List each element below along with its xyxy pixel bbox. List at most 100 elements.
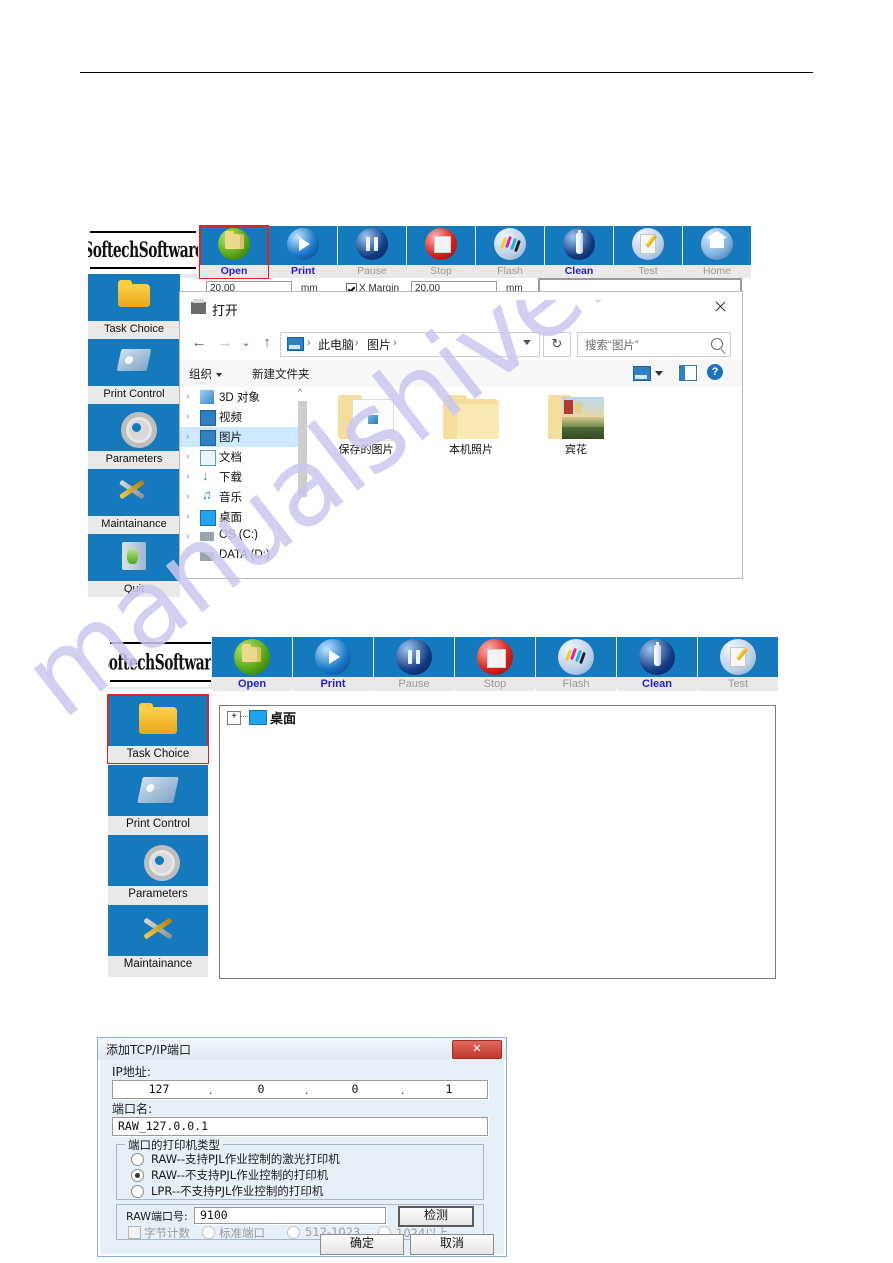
preview-pane-icon[interactable]	[679, 365, 697, 381]
ip-dot: .	[401, 1083, 405, 1097]
sidebar-item-print-control[interactable]: Print Control	[88, 339, 180, 402]
ip-address-input[interactable]: 127 . 0 . 0 . 1	[112, 1080, 488, 1099]
toolbar-button-stop[interactable]: Stop	[455, 637, 535, 691]
toolbar-button-stop[interactable]: Stop	[407, 226, 475, 278]
toolbar-label-clean: Clean	[545, 265, 613, 278]
sidebar-item-task-choice[interactable]: Task Choice	[88, 274, 180, 337]
app-logo: SoftechSoftware	[108, 637, 211, 687]
radio-raw-no-pjl[interactable]	[131, 1169, 144, 1182]
tree-item-os-drive[interactable]: › OS (C:)	[180, 527, 300, 547]
tree-item-desktop[interactable]: › 桌面	[180, 507, 300, 527]
ok-button[interactable]: 确定	[320, 1234, 404, 1255]
chevron-right-icon[interactable]: ›	[186, 551, 189, 562]
chevron-down-icon[interactable]	[523, 340, 531, 345]
sidebar-item-print-control[interactable]: Print Control	[108, 765, 208, 833]
breadcrumb-pictures[interactable]: 图片	[367, 336, 391, 353]
toolbar-button-flash[interactable]: Flash	[536, 637, 616, 691]
chevron-right-icon[interactable]: ›	[186, 531, 189, 542]
3d-objects-icon	[200, 390, 214, 404]
toolbar-button-open[interactable]: Open	[199, 225, 269, 279]
search-input[interactable]: 搜索“图片”	[577, 332, 731, 357]
recent-locations-button[interactable]: ⌄	[235, 332, 257, 354]
up-button[interactable]: ↑	[256, 332, 278, 354]
tree-item-music[interactable]: › ♫ 音乐	[180, 487, 300, 507]
radio-standard-port[interactable]	[202, 1226, 215, 1239]
close-icon[interactable]: ✕	[452, 1040, 502, 1059]
chevron-right-icon[interactable]: ›	[186, 431, 189, 442]
scrollbar-thumb[interactable]	[298, 401, 307, 497]
tree-label: 桌面	[219, 512, 242, 524]
sidebar-item-parameters[interactable]: Parameters	[108, 835, 208, 903]
toolbar-button-flash[interactable]: Flash	[476, 226, 544, 278]
ip-octet-2[interactable]: 0	[241, 1082, 281, 1096]
sidebar-item-maintainance[interactable]: Maintainance	[88, 469, 180, 532]
screenshot-open-dialog: SoftechSoftware Open Print Pause Stop Fl…	[88, 225, 751, 597]
tree-item-data-drive[interactable]: › DATA (D:)	[180, 547, 300, 567]
chevron-down-icon[interactable]	[655, 371, 663, 376]
toolbar-button-print[interactable]: Print	[269, 226, 337, 278]
toolbar-button-pause[interactable]: Pause	[374, 637, 454, 691]
tree-item-pictures[interactable]: › 图片	[180, 427, 300, 447]
toolbar-button-print[interactable]: Print	[293, 637, 373, 691]
crumb-separator: ›	[307, 337, 311, 349]
help-icon[interactable]: ?	[707, 364, 723, 380]
printer-type-group: 端口的打印机类型 RAW--支持PJL作业控制的激光打印机 RAW--不支持PJ…	[116, 1137, 484, 1200]
desktop-icon	[249, 710, 267, 725]
cancel-button[interactable]: 取消	[410, 1234, 494, 1255]
detect-button[interactable]: 检测	[398, 1206, 474, 1227]
file-item[interactable]: 本机照片	[428, 395, 514, 457]
chevron-right-icon[interactable]: ›	[186, 451, 189, 462]
toolbar-button-home[interactable]: Home	[683, 226, 751, 278]
tree-item-downloads[interactable]: › ↓ 下载	[180, 467, 300, 487]
refresh-icon[interactable]: ↻	[543, 332, 571, 357]
toolbar-button-clean[interactable]: Clean	[617, 637, 697, 691]
ip-octet-1[interactable]: 127	[139, 1082, 179, 1096]
back-button[interactable]: ←	[188, 332, 210, 354]
ip-octet-4[interactable]: 1	[429, 1082, 469, 1096]
tree-scrollbar[interactable]: ^	[298, 387, 307, 576]
toolbar-button-clean[interactable]: Clean	[545, 226, 613, 278]
app-logo-text: SoftechSoftware	[108, 648, 211, 676]
toolbar-button-pause[interactable]: Pause	[338, 226, 406, 278]
tree-item-documents[interactable]: › 文档	[180, 447, 300, 467]
view-icon[interactable]	[633, 366, 651, 381]
byte-count-checkbox[interactable]	[128, 1226, 141, 1239]
tree-item-videos[interactable]: › 视频	[180, 407, 300, 427]
organize-button[interactable]: 组织	[189, 366, 222, 382]
tree-item-3d-objects[interactable]: › 3D 对象	[180, 387, 300, 407]
port-name-input[interactable]: RAW_127.0.0.1	[112, 1117, 488, 1136]
toolbar-button-open[interactable]: Open	[212, 637, 292, 691]
sidebar-item-parameters[interactable]: Parameters	[88, 404, 180, 467]
sidebar-item-maintainance[interactable]: Maintainance	[108, 905, 208, 973]
screenshot-task-choice: SoftechSoftware Open Print Pause Stop Fl…	[107, 637, 778, 979]
raw-port-input[interactable]: 9100	[194, 1207, 386, 1224]
toolbar-button-test[interactable]: Test	[614, 226, 682, 278]
sidebar-item-task-choice[interactable]: Task Choice	[107, 694, 209, 764]
close-icon[interactable]	[698, 292, 742, 322]
chevron-right-icon[interactable]: ›	[186, 511, 189, 522]
tree-item-desktop-label: 桌面	[270, 711, 297, 726]
chevron-right-icon[interactable]: ›	[186, 491, 189, 502]
radio-raw-pjl-laser[interactable]	[131, 1153, 144, 1166]
chevron-right-icon[interactable]: ›	[186, 471, 189, 482]
sidebar-label-task-choice: Task Choice	[108, 746, 208, 763]
pictures-icon	[287, 337, 304, 351]
file-item[interactable]: 保存的图片	[323, 395, 409, 457]
radio-512-1023[interactable]	[287, 1226, 300, 1239]
address-bar[interactable]: › 此电脑 › 图片 ›	[280, 332, 540, 357]
sidebar-item-quit[interactable]: Quit	[88, 534, 180, 597]
new-folder-button[interactable]: 新建文件夹	[252, 366, 310, 382]
ip-octet-3[interactable]: 0	[335, 1082, 375, 1096]
scroll-up-icon[interactable]: ^	[298, 387, 302, 397]
radio-lpr-no-pjl[interactable]	[131, 1185, 144, 1198]
breadcrumb-this-pc[interactable]: 此电脑	[318, 336, 354, 353]
chevron-right-icon[interactable]: ›	[186, 411, 189, 422]
sidebar-label-quit: Quit	[88, 581, 180, 597]
forward-button[interactable]: →	[214, 332, 236, 354]
tree-expander[interactable]: +	[227, 711, 241, 725]
chevron-right-icon[interactable]: ›	[186, 391, 189, 402]
toolbar-button-test[interactable]: Test	[698, 637, 778, 691]
ink-drops-icon	[494, 228, 526, 260]
sidebar-label-print-control: Print Control	[108, 816, 208, 833]
file-item[interactable]: 宾花	[533, 395, 619, 457]
